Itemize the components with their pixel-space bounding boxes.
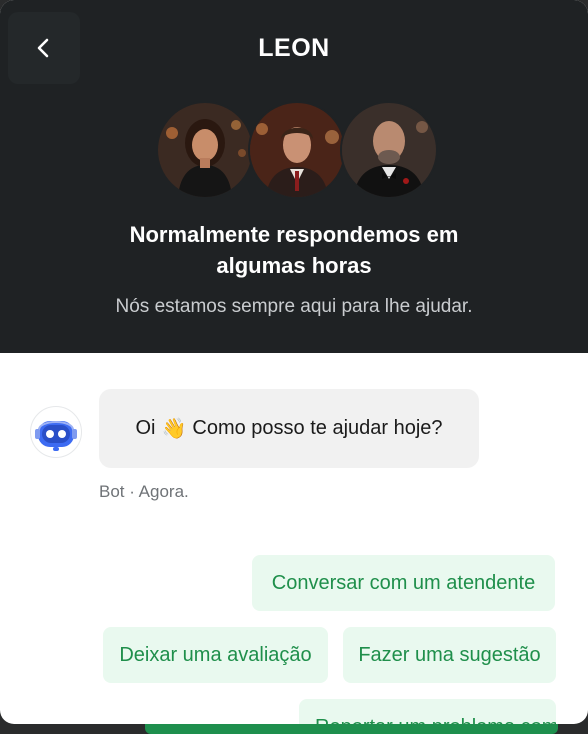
message-meta: Bot · Agora. [99, 482, 189, 501]
chat-widget: LEON Normalmente respondemos em algumas … [0, 0, 588, 724]
support-subtitle: Nós estamos sempre aqui para lhe ajudar. [115, 296, 473, 317]
message-text-start: Oi [135, 417, 156, 439]
chat-header: LEON Normalmente respondemos em algumas … [0, 0, 588, 353]
agent-avatar-man [248, 101, 346, 199]
bot-message-bubble: Oi 👋 Como posso te ajudar hoje? [99, 389, 479, 468]
page-title: LEON [258, 34, 330, 62]
response-time-headline: Normalmente respondemos em algumas horas [129, 222, 459, 278]
make-suggestion-button[interactable]: Fazer uma sugestão [343, 627, 556, 683]
agent-avatar-bald-man [340, 101, 438, 199]
agent-avatars [156, 101, 438, 201]
bot-avatar [30, 406, 82, 458]
message-text-end: Como posso te ajudar hoje? [192, 417, 443, 439]
talk-to-agent-button[interactable]: Conversar com um atendente [252, 555, 555, 611]
input-accent-bar [145, 724, 558, 734]
report-problem-button[interactable]: Reportar um problema com site [299, 699, 556, 724]
agent-avatar-woman [156, 101, 254, 199]
leave-review-button[interactable]: Deixar uma avaliação [103, 627, 328, 683]
waving-hand-icon: 👋 [161, 418, 187, 440]
robot-icon [35, 421, 77, 451]
